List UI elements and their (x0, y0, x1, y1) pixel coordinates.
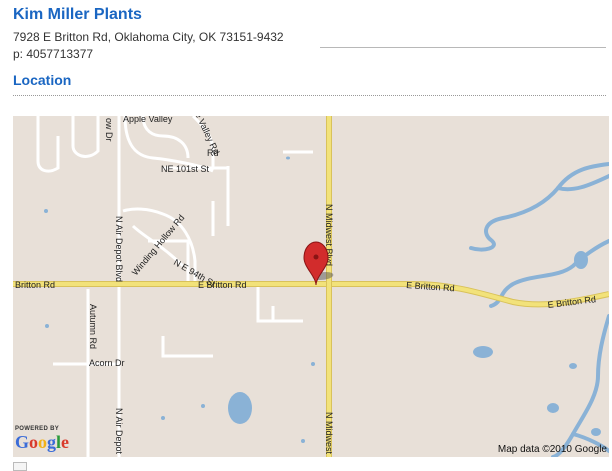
business-phone: p: 4057713377 (13, 47, 94, 61)
google-logo[interactable]: POWERED BY Google (15, 426, 69, 453)
ponds (44, 156, 601, 443)
street-label-rd-top: Rd (207, 148, 219, 158)
street-label-air-depot-top: N Air Depot Blvd (114, 216, 124, 282)
major-roads (13, 116, 609, 457)
street-label-ne-101st: NE 101st St (161, 164, 210, 174)
image-placeholder-icon (13, 462, 27, 471)
divider-dotted (13, 95, 606, 96)
street-label-air-depot-bottom: N Air Depot (114, 408, 124, 455)
divider (320, 47, 606, 48)
street-label-apple-valley: Apple Valley (123, 116, 173, 124)
street-label-britton-right2: E Britton Rd (547, 294, 596, 310)
river (469, 162, 609, 457)
street-label-ow-dr: ow Dr (104, 118, 114, 142)
street-label-britton-right1: E Britton Rd (406, 280, 455, 293)
map-copyright: Map data ©2010 Google (497, 444, 607, 455)
business-address: 7928 E Britton Rd, Oklahoma City, OK 731… (13, 30, 284, 44)
street-label-autumn-rd: Autumn Rd (88, 304, 98, 349)
map-view[interactable]: Britton Rd E Britton Rd E Britton Rd E B… (13, 116, 609, 457)
google-wordmark: Google (15, 432, 70, 452)
street-label-midwest-bottom: N Midwest (324, 412, 334, 455)
business-contact: 7928 E Britton Rd, Oklahoma City, OK 731… (13, 29, 284, 63)
business-name[interactable]: Kim Miller Plants (13, 6, 142, 24)
location-heading: Location (13, 72, 72, 88)
street-label-acorn-dr: Acorn Dr (89, 358, 125, 368)
street-label-britton-left: Britton Rd (15, 280, 55, 290)
map-canvas[interactable]: Britton Rd E Britton Rd E Britton Rd E B… (13, 116, 609, 457)
